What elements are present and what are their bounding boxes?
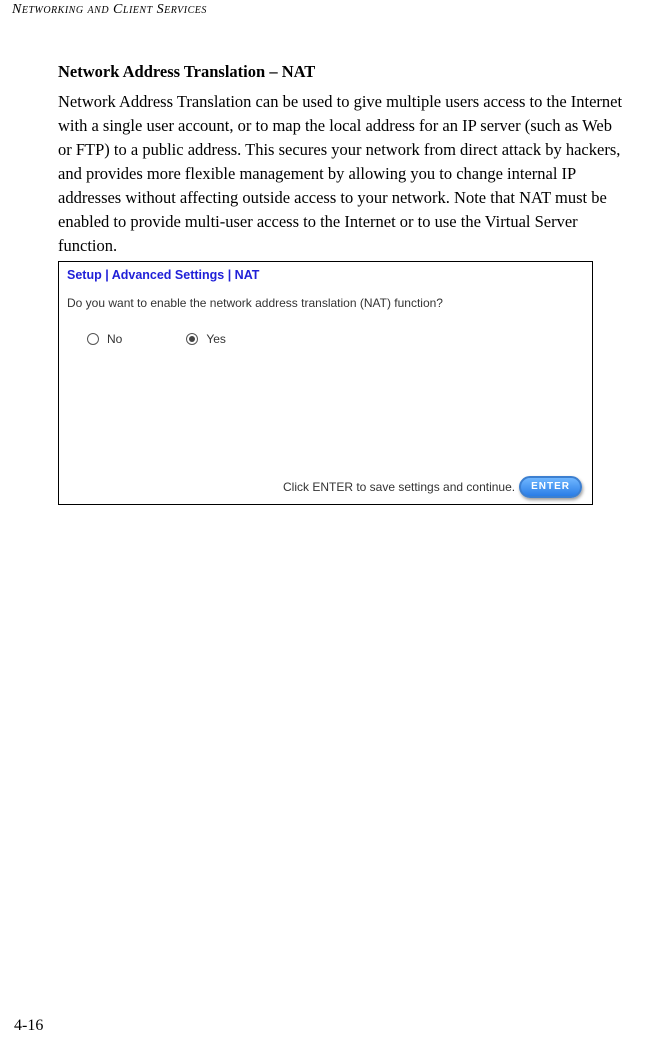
page-body: Network Address Translation – NAT Networ… xyxy=(0,18,655,505)
radio-yes-label: Yes xyxy=(206,332,226,346)
body-paragraph: Network Address Translation can be used … xyxy=(58,90,625,257)
section-title: Network Address Translation – NAT xyxy=(58,62,625,82)
nat-panel: Setup | Advanced Settings | NAT Do you w… xyxy=(58,261,593,505)
radio-circle-icon xyxy=(87,333,99,345)
panel-breadcrumb: Setup | Advanced Settings | NAT xyxy=(59,262,592,284)
page-header: Networking and Client Services xyxy=(0,0,655,18)
panel-question: Do you want to enable the network addres… xyxy=(59,284,592,310)
panel-footer: Click ENTER to save settings and continu… xyxy=(283,476,582,498)
radio-no[interactable]: No xyxy=(87,332,122,346)
radio-yes[interactable]: Yes xyxy=(186,332,226,346)
panel-options: No Yes xyxy=(59,310,592,346)
footer-text: Click ENTER to save settings and continu… xyxy=(283,480,515,494)
radio-circle-icon xyxy=(186,333,198,345)
radio-dot-icon xyxy=(189,336,195,342)
radio-no-label: No xyxy=(107,332,122,346)
page-number: 4-16 xyxy=(14,1017,43,1035)
enter-button[interactable]: ENTER xyxy=(519,476,582,498)
